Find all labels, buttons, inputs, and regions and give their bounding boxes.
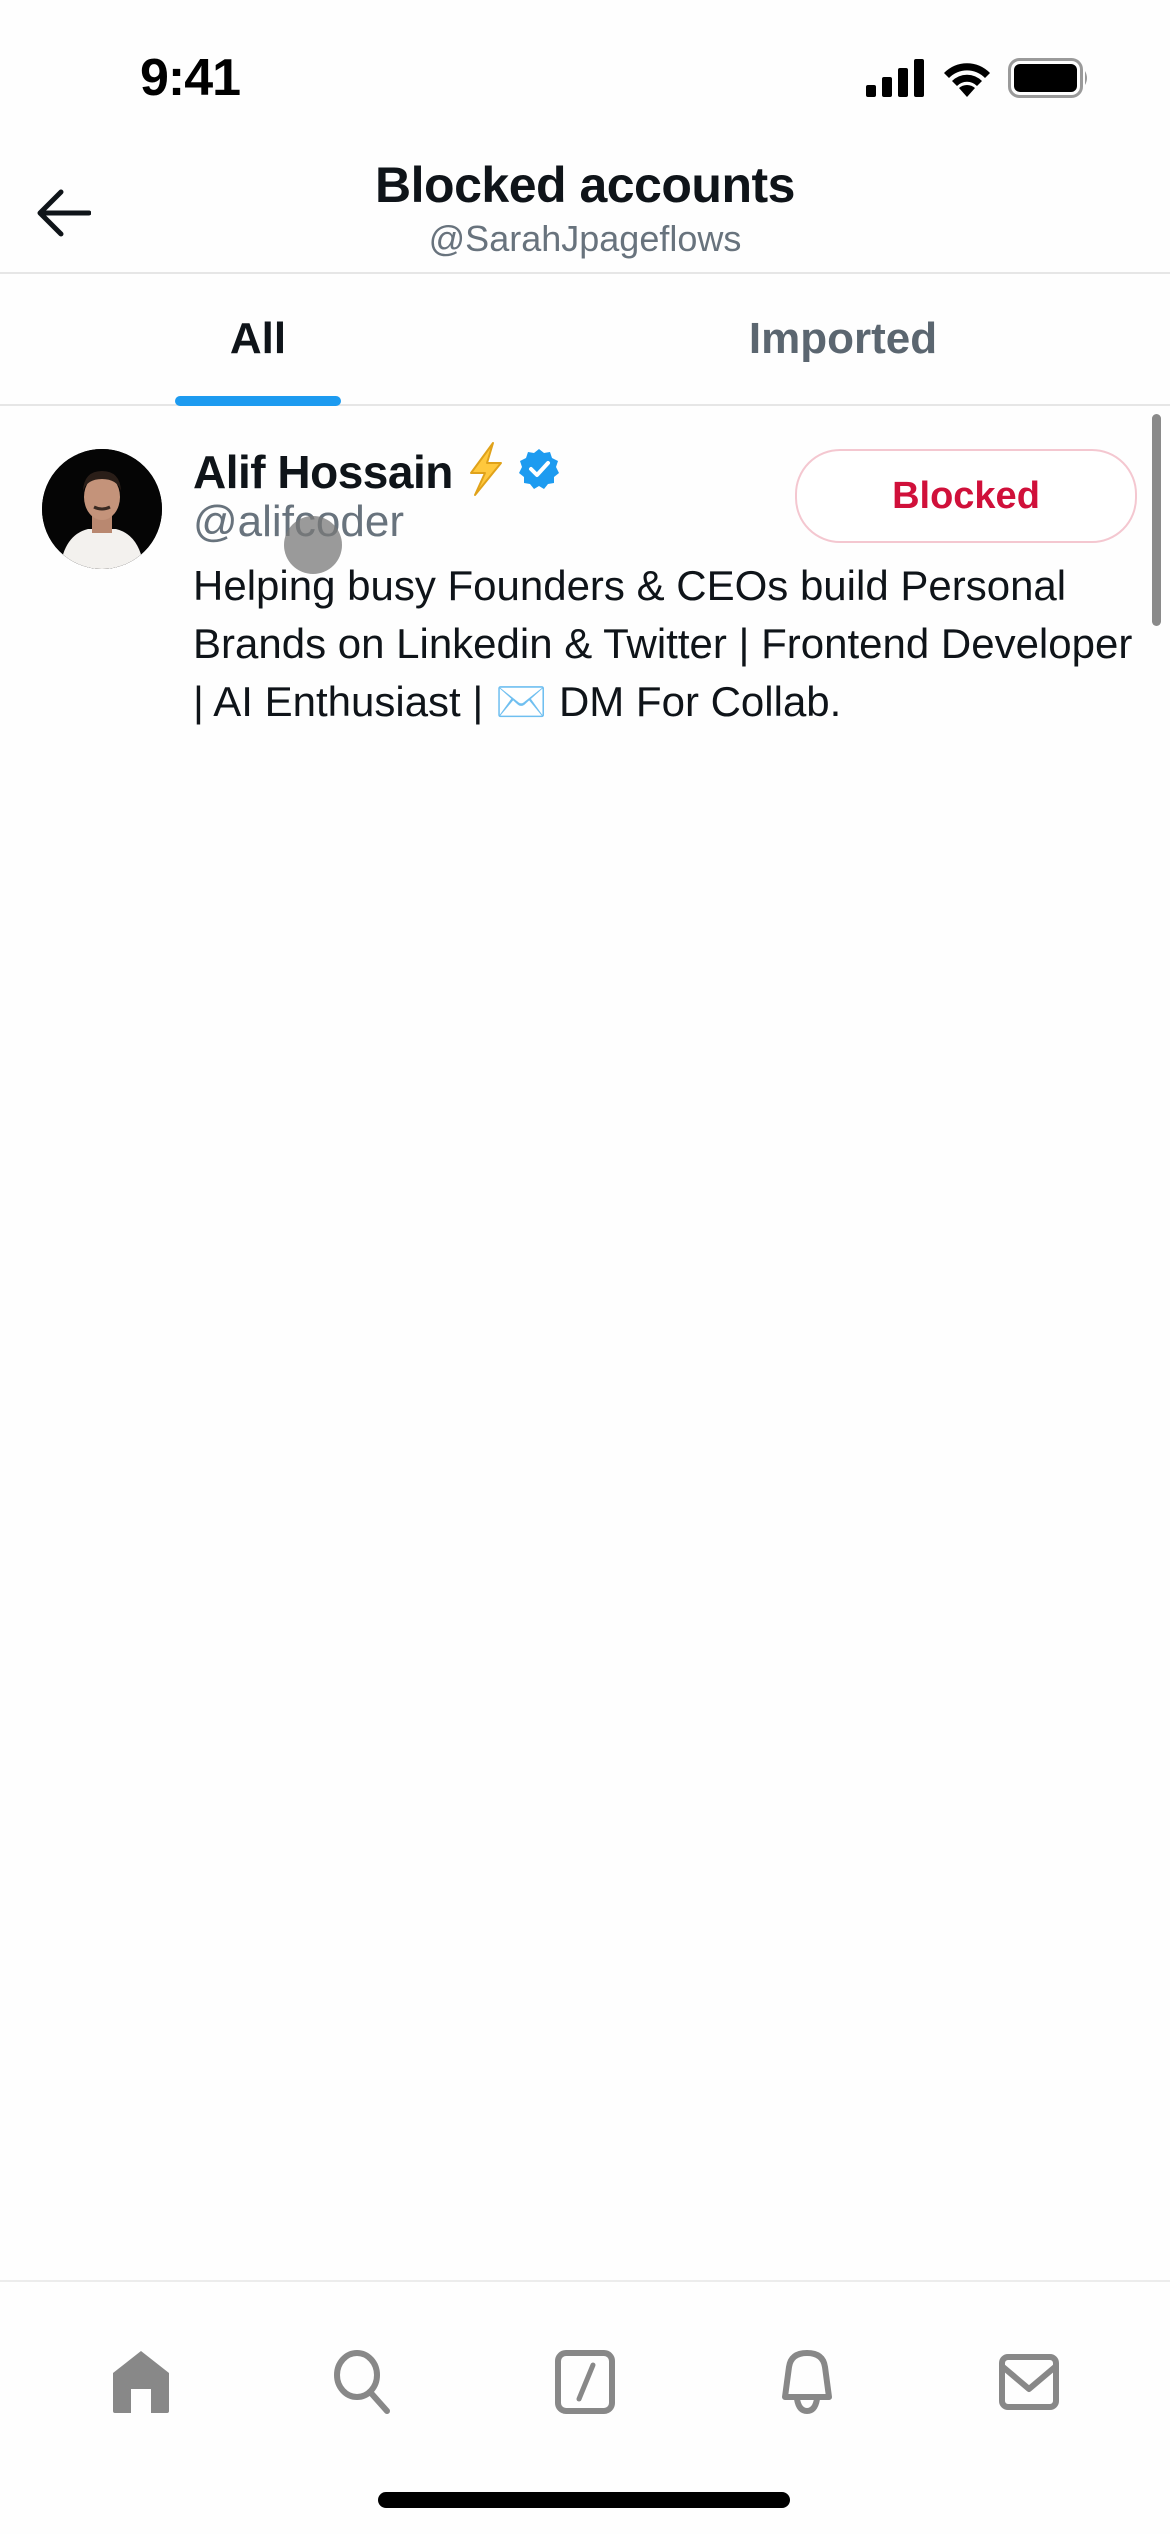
status-icons: [866, 58, 1090, 98]
tab-imported[interactable]: Imported: [516, 274, 1170, 404]
compose-icon: [555, 2350, 615, 2414]
tab-all-label: All: [229, 314, 287, 363]
tab-bar: All Imported: [0, 274, 1170, 406]
lightning-emoji-icon: [463, 441, 507, 502]
battery-icon: [1008, 58, 1087, 98]
status-bar: 9:41: [0, 0, 1170, 150]
nav-messages[interactable]: [969, 2322, 1089, 2442]
nav-compose[interactable]: [525, 2322, 645, 2442]
search-icon: [334, 2350, 390, 2414]
page-header: Blocked accounts @SarahJpageflows: [0, 150, 1170, 274]
wifi-icon: [944, 63, 990, 97]
account-name-line: Alif Hossain: [193, 441, 561, 502]
home-icon: [113, 2351, 169, 2413]
page-title: Blocked accounts: [375, 157, 795, 213]
account-bio: Helping busy Founders & CEOs build Perso…: [193, 562, 1133, 725]
account-name: Alif Hossain: [193, 445, 453, 498]
bell-icon: [782, 2350, 832, 2415]
tab-all[interactable]: All: [0, 274, 516, 406]
status-time: 9:41: [140, 49, 241, 107]
blocked-button[interactable]: Blocked: [795, 449, 1137, 543]
mail-icon: [999, 2354, 1059, 2410]
blocked-account-row[interactable]: Alif Hossain @alifcoder Helping busy Fou…: [0, 405, 1170, 755]
verified-badge-icon: [517, 447, 561, 496]
tab-imported-label: Imported: [748, 314, 938, 363]
touch-indicator: [284, 516, 342, 574]
scrollbar[interactable]: [1152, 414, 1161, 626]
avatar[interactable]: [42, 449, 162, 569]
nav-search[interactable]: [303, 2322, 423, 2442]
avatar-image: [42, 449, 162, 569]
nav-notifications[interactable]: [747, 2322, 867, 2442]
page-subtitle: @SarahJpageflows: [428, 218, 742, 259]
signal-icon: [866, 59, 924, 97]
home-indicator[interactable]: [378, 2492, 790, 2508]
nav-home[interactable]: [81, 2322, 201, 2442]
